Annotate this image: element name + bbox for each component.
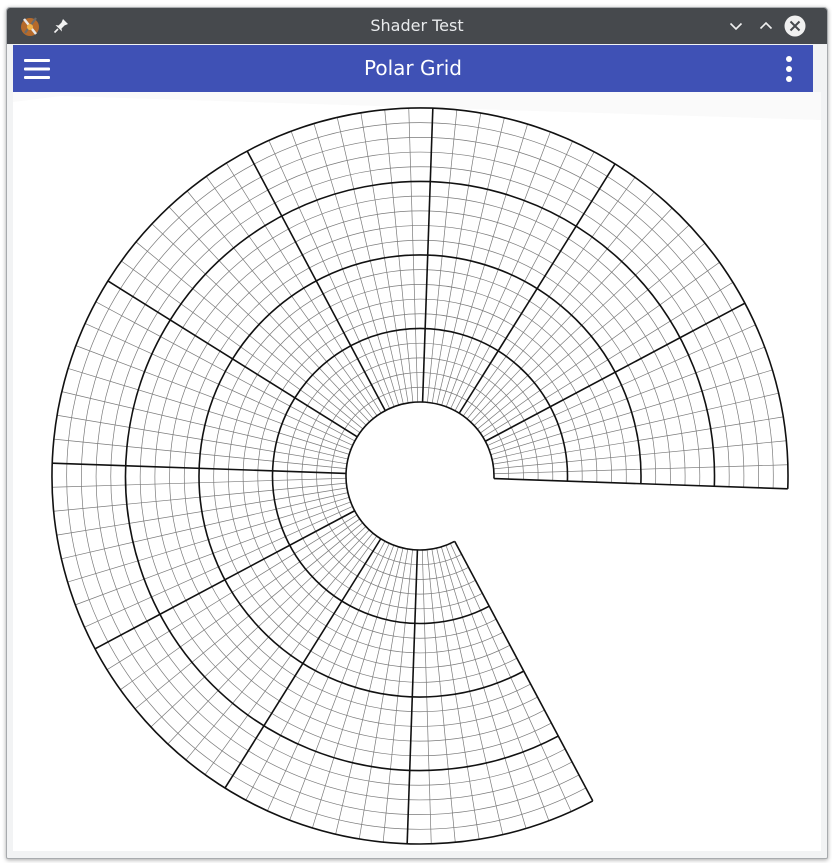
polar-grid-plot (13, 96, 821, 851)
krita-icon (21, 17, 39, 36)
pin-icon[interactable] (52, 17, 70, 35)
app-toolbar: Polar Grid (13, 45, 813, 92)
maximize-icon (759, 21, 773, 30)
page-title: Polar Grid (364, 56, 462, 80)
app-window: Shader Test Polar Grid (6, 7, 828, 859)
close-icon (784, 15, 806, 37)
minimize-icon (729, 22, 743, 31)
overflow-menu-icon[interactable] (781, 55, 797, 83)
close-button[interactable] (783, 14, 807, 38)
minimize-button[interactable] (724, 14, 748, 38)
maximize-button[interactable] (754, 14, 778, 38)
shader-canvas[interactable] (13, 92, 821, 851)
window-title: Shader Test (370, 16, 464, 35)
window-titlebar[interactable]: Shader Test (7, 8, 827, 44)
